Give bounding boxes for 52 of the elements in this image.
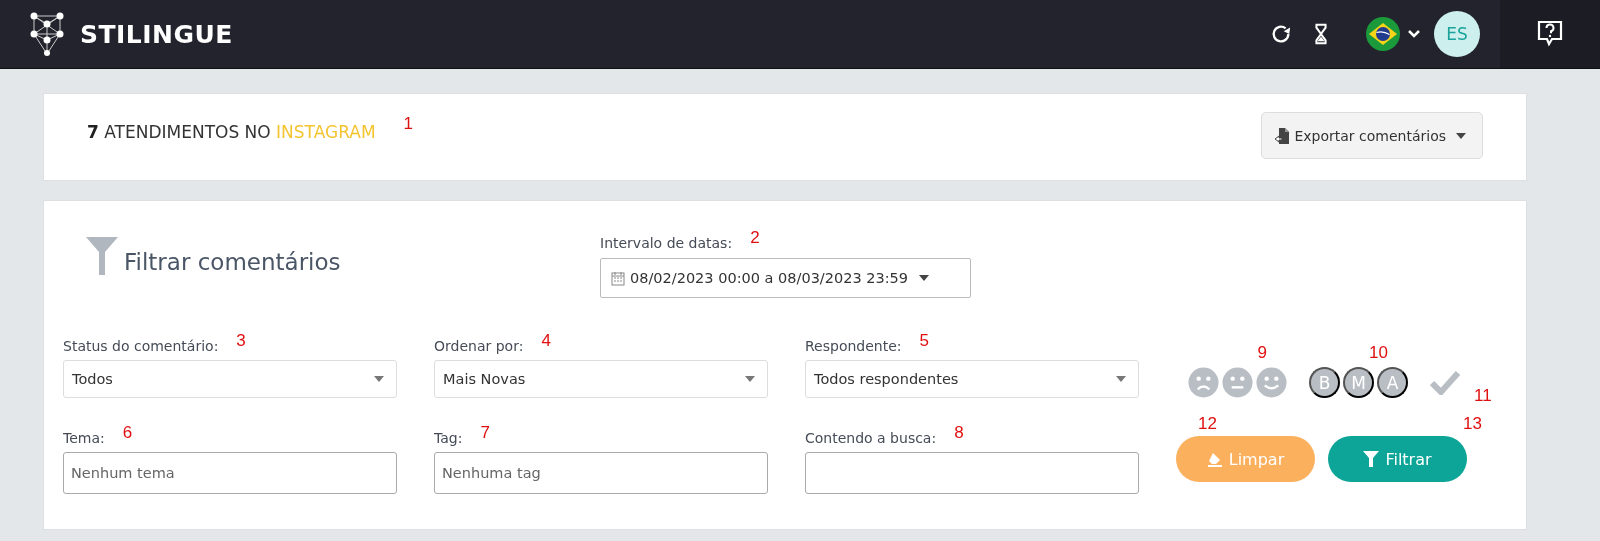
callout-number: 8 <box>954 423 964 443</box>
funnel-icon <box>86 237 118 275</box>
field-label: Contendo a busca: <box>805 430 937 446</box>
callout-number: 9 <box>1257 343 1267 363</box>
help-icon[interactable] <box>1537 20 1563 48</box>
dropdown[interactable]: Todos respondentes <box>805 360 1139 398</box>
network-logo-icon <box>30 12 66 56</box>
checkmark-icon[interactable] <box>1430 369 1460 395</box>
filter-button[interactable]: Filtrar <box>1328 436 1467 482</box>
caret-icon <box>745 376 755 382</box>
callout-number: 5 <box>919 331 929 351</box>
callout-number: 12 <box>1198 414 1217 434</box>
callout-number: 1 <box>403 114 414 134</box>
eraser-icon <box>1206 451 1223 467</box>
caret-icon <box>374 376 384 382</box>
field-label: Respondente: <box>805 338 902 354</box>
calendar-icon <box>611 270 625 286</box>
caret-icon <box>919 275 930 281</box>
funnel-icon <box>1363 451 1380 467</box>
callout-number: 10 <box>1369 343 1388 363</box>
field-label: Intervalo de datas: <box>600 235 733 251</box>
date-range-picker[interactable]: 08/02/2023 00:00 a 08/03/2023 23:59 <box>600 258 971 298</box>
caret-icon <box>1456 132 1466 139</box>
dropdown[interactable]: Mais Novas <box>434 360 768 398</box>
level-toggle[interactable]: A <box>1377 367 1408 398</box>
field-label: Tag: <box>434 430 463 446</box>
callout-number: 11 <box>1474 386 1492 406</box>
callout-number: 2 <box>750 228 760 248</box>
input-field[interactable]: Nenhuma tag <box>434 452 768 494</box>
callout-number: 7 <box>480 423 490 443</box>
user-avatar[interactable]: ES <box>1434 11 1480 57</box>
dropdown[interactable]: Todos <box>63 360 397 398</box>
field-label: Ordenar por: <box>434 338 524 354</box>
callout-number: 13 <box>1463 414 1482 434</box>
callout-number: 3 <box>236 331 246 351</box>
level-toggle[interactable]: M <box>1343 367 1374 398</box>
callout-number: 4 <box>541 331 551 351</box>
chevron-down-icon[interactable] <box>1408 29 1420 39</box>
summary-heading: 7 ATENDIMENTOS NO INSTAGRAM <box>87 122 376 142</box>
file-export-icon <box>1274 126 1291 145</box>
panel-title: Filtrar comentários <box>124 249 341 275</box>
flag-icon[interactable] <box>1366 17 1400 51</box>
level-toggle[interactable]: B <box>1309 367 1340 398</box>
field-label: Tema: <box>63 430 105 446</box>
caret-icon <box>1116 376 1126 382</box>
clear-button[interactable]: Limpar <box>1176 436 1315 482</box>
export-button[interactable]: Exportar comentários <box>1261 112 1483 159</box>
brand-name: STILINGUE <box>80 19 233 49</box>
input-field[interactable]: Nenhum tema <box>63 452 397 494</box>
input-field[interactable] <box>805 452 1139 494</box>
field-label: Status do comentário: <box>63 338 219 354</box>
callout-number: 6 <box>122 423 133 443</box>
